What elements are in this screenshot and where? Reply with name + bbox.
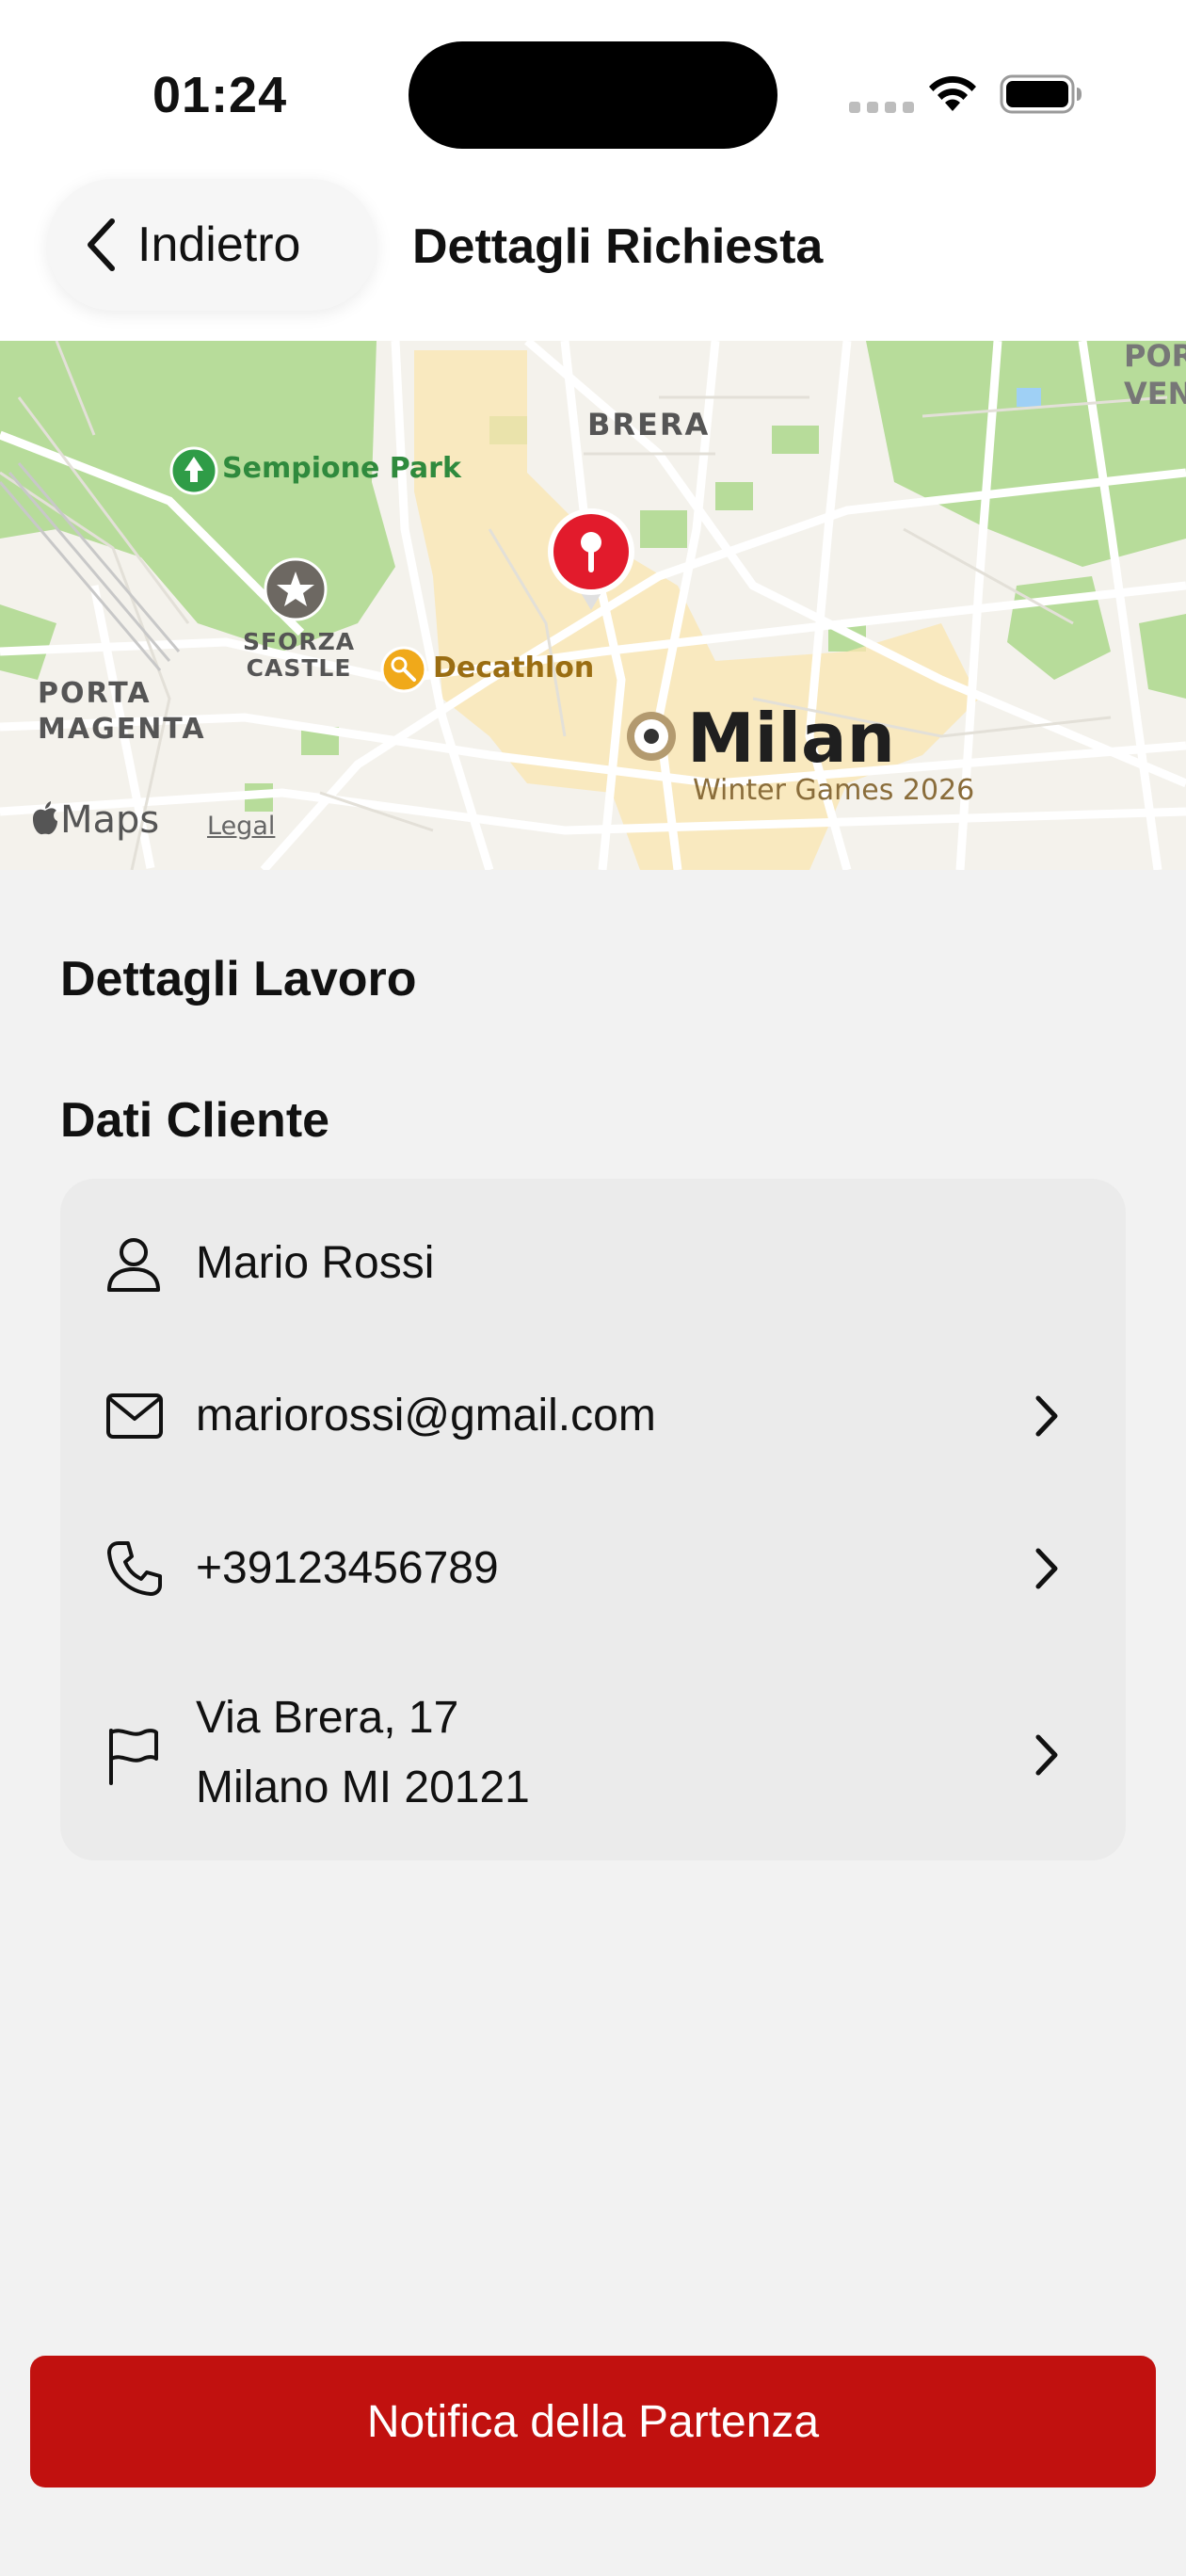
star-icon — [264, 557, 328, 621]
dynamic-island — [409, 41, 777, 149]
envelope-icon — [106, 1393, 163, 1439]
chevron-right-icon — [1035, 1548, 1058, 1589]
navigation-bar: Indietro Dettagli Richiesta — [0, 179, 1186, 342]
cellular-signal-icon — [849, 102, 914, 113]
chevron-right-icon — [1035, 1734, 1058, 1776]
client-name-row: Mario Rossi — [60, 1216, 1126, 1311]
chevron-right-icon — [1035, 1395, 1058, 1437]
wifi-icon — [929, 76, 976, 111]
map-label-brera: BRERA — [587, 407, 711, 443]
park-icon — [169, 446, 218, 495]
person-icon — [107, 1238, 160, 1292]
map-label-porta-magenta: PORTA MAGENTA — [38, 677, 206, 746]
location-pin-icon[interactable] — [546, 507, 636, 612]
legal-link[interactable]: Legal — [207, 812, 275, 841]
city-dot-icon — [627, 712, 676, 761]
client-address-row[interactable]: Via Brera, 17 Milano MI 20121 — [60, 1680, 1126, 1830]
apple-icon — [33, 801, 57, 835]
map-label-winter-games: Winter Games 2026 — [693, 774, 975, 807]
maps-brand[interactable]: Maps — [30, 798, 159, 842]
status-bar: 01:24 — [0, 0, 1186, 179]
battery-icon — [1000, 74, 1082, 114]
map-label-decathlon: Decathlon — [433, 652, 595, 684]
back-button[interactable]: Indietro — [47, 179, 377, 311]
phone-icon — [107, 1541, 162, 1596]
map-view[interactable]: Sempione Park BRERA SFORZA CASTLE Decath… — [0, 341, 1186, 870]
map-label-sforza-castle: SFORZA CASTLE — [243, 628, 356, 682]
client-address-line1: Via Brera, 17 — [196, 1693, 459, 1743]
maps-brand-label: Maps — [60, 798, 160, 842]
client-address: Via Brera, 17 Milano MI 20121 — [196, 1683, 530, 1823]
notify-departure-button[interactable]: Notifica della Partenza — [30, 2356, 1156, 2487]
client-address-line2: Milano MI 20121 — [196, 1763, 530, 1812]
client-phone-row[interactable]: +39123456789 — [60, 1521, 1126, 1616]
job-details-heading: Dettagli Lavoro — [60, 952, 417, 1006]
map-label-corner: POR VENE — [1124, 341, 1186, 411]
client-name: Mario Rossi — [196, 1238, 435, 1288]
client-email: mariorossi@gmail.com — [196, 1391, 656, 1441]
flag-icon — [109, 1729, 158, 1785]
client-info-card: Mario Rossi mariorossi@gmail.com +391234… — [60, 1179, 1126, 1860]
map-label-milan: Milan — [687, 699, 895, 778]
client-email-row[interactable]: mariorossi@gmail.com — [60, 1369, 1126, 1463]
back-button-label: Indietro — [137, 217, 301, 272]
decathlon-icon — [380, 646, 427, 693]
chevron-left-icon — [88, 218, 115, 271]
page-title: Dettagli Richiesta — [412, 219, 824, 274]
status-time: 01:24 — [152, 67, 288, 123]
client-data-heading: Dati Cliente — [60, 1093, 330, 1148]
map-label-sempione-park: Sempione Park — [222, 452, 461, 485]
client-phone: +39123456789 — [196, 1543, 499, 1593]
